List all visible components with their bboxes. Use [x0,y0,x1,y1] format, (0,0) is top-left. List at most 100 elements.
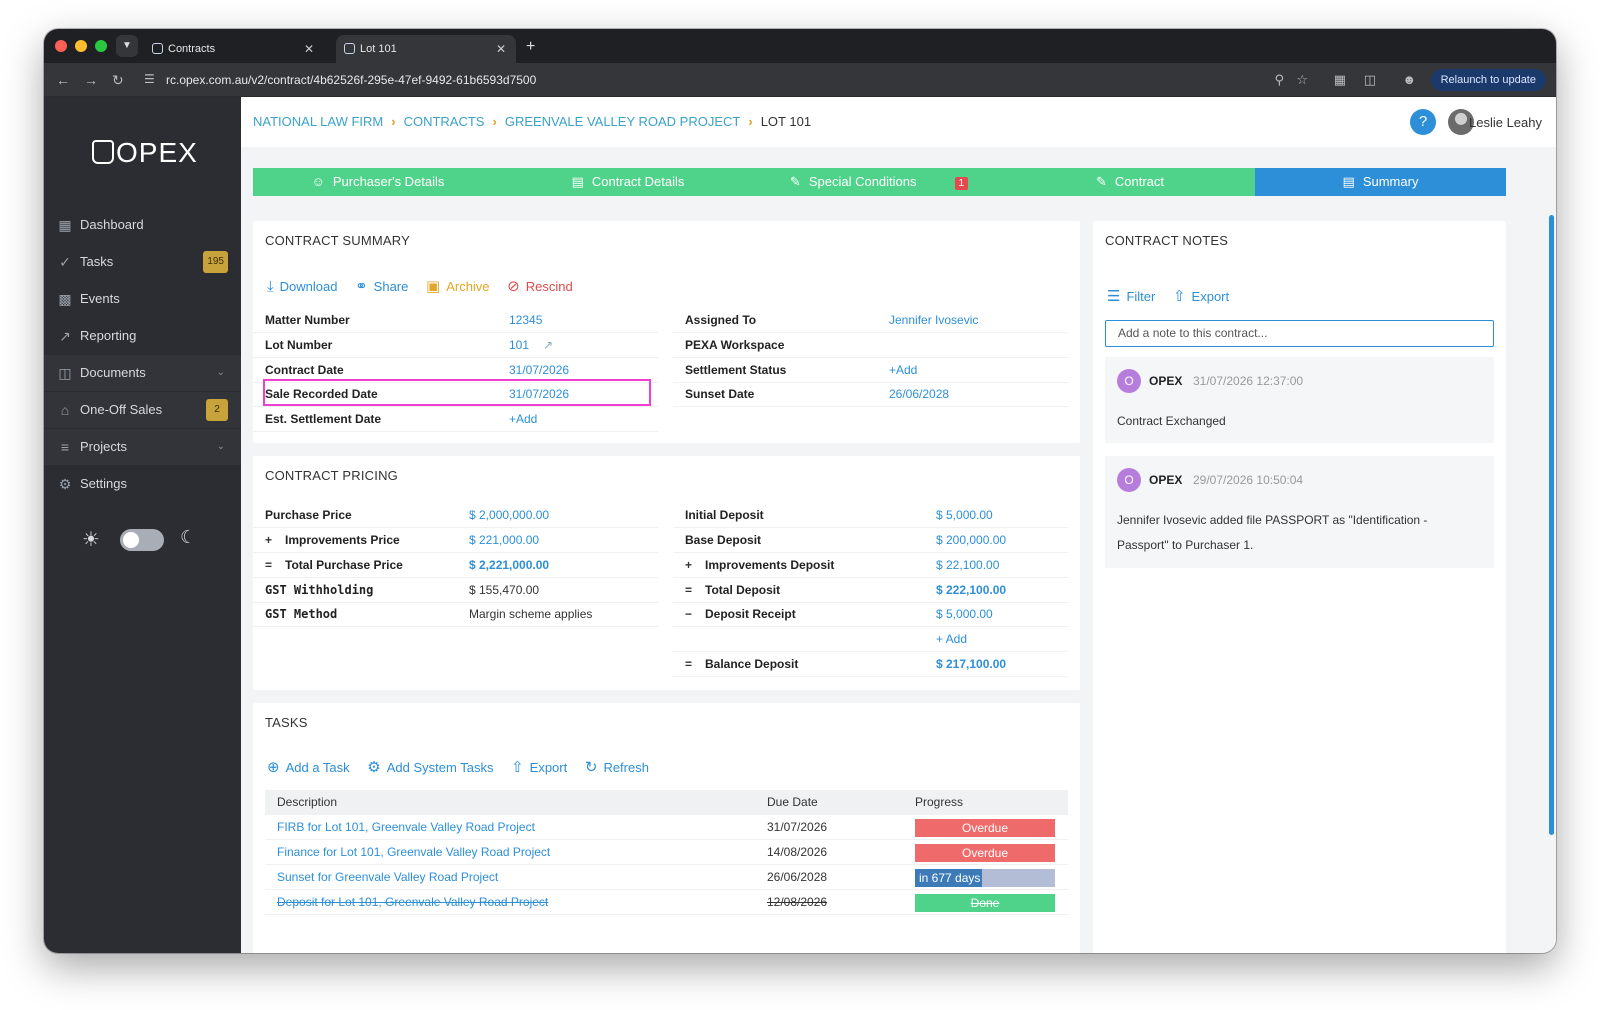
location-pin-icon[interactable]: ⚲ [1274,72,1284,88]
edit-document-icon: ✎ [789,174,801,189]
matter-number-link[interactable]: 12345 [509,308,542,333]
task-description-link[interactable]: FIRB for Lot 101, Greenvale Valley Road … [277,815,535,840]
initial-deposit-value[interactable]: $ 5,000.00 [936,503,993,528]
sidebar-item-settings[interactable]: ⚙ Settings [44,466,241,502]
task-due-date: 26/06/2028 [767,870,828,884]
equals-operator: = [685,657,693,671]
extension-icon[interactable]: ▦ [1334,72,1346,88]
export-notes-button[interactable]: ⇧ Export [1173,287,1229,305]
step-contract[interactable]: ✎ Contract [1005,168,1255,196]
export-tasks-button[interactable]: ⇧ Export [511,758,567,776]
step-special-conditions[interactable]: ✎ Special Conditions 1 [753,168,1005,196]
add-note-input[interactable]: Add a note to this contract... [1105,320,1494,347]
tab-search-chevron-icon[interactable]: ▼ [116,35,138,57]
improvements-price-value[interactable]: $ 221,000.00 [469,528,539,553]
user-name[interactable]: Leslie Leahy [1469,115,1542,130]
field-label: Balance Deposit [705,657,799,671]
pricing-row-gst-withholding: GST Withholding $ 155,470.00 [253,578,658,603]
relaunch-button[interactable]: Relaunch to update [1430,69,1546,91]
download-icon: ⤓ [267,278,274,295]
add-est-settlement-date-link[interactable]: +Add [509,407,537,432]
sidebar-item-reporting[interactable]: ↗ Reporting [44,318,241,354]
add-deposit-receipt-link[interactable]: + Add [936,627,967,652]
browser-tab-lot-101[interactable]: Lot 101 ✕ [336,35,516,63]
add-task-button[interactable]: ⊕ Add a Task [267,758,350,776]
sidebar-item-one-off-sales[interactable]: ⌂ One-Off Sales 2 [44,392,241,428]
page-scrollbar[interactable] [1549,215,1554,835]
task-description-link[interactable]: Finance for Lot 101, Greenvale Valley Ro… [277,840,550,865]
breadcrumb-chevron-icon: › [391,114,396,129]
note-body: Contract Exchanged [1117,414,1226,428]
breadcrumb-contracts[interactable]: CONTRACTS [404,114,485,129]
maximize-window-button[interactable] [95,40,107,52]
add-settlement-status-link[interactable]: +Add [889,358,917,383]
assigned-to-link[interactable]: Jennifer Ivosevic [889,308,978,333]
filter-notes-button[interactable]: ☰ Filter [1107,287,1155,305]
base-deposit-value[interactable]: $ 200,000.00 [936,528,1006,553]
sunset-date-link[interactable]: 26/06/2028 [889,382,949,407]
close-tab-icon[interactable]: ✕ [304,35,314,63]
reload-icon[interactable]: ↻ [112,71,124,89]
note-timestamp: 31/07/2026 12:37:00 [1193,374,1304,388]
breadcrumb-national-law-firm[interactable]: NATIONAL LAW FIRM [253,114,383,129]
field-label: Improvements Deposit [705,558,835,572]
field-label: GST Method [265,607,338,621]
sidebar-item-label: Settings [80,476,127,491]
sidebar-item-documents[interactable]: ◫ Documents ⌄ [44,355,241,391]
new-tab-plus-icon[interactable]: + [526,35,535,59]
close-tab-icon[interactable]: ✕ [496,35,506,63]
close-window-button[interactable] [55,40,67,52]
theme-toggle[interactable] [120,529,164,551]
pricing-row-gst-method: GST Method Margin scheme applies [253,602,658,627]
browser-tab-contracts[interactable]: Contracts ✕ [144,35,324,63]
column-header-due-date[interactable]: Due Date [767,790,818,815]
sidebar-item-dashboard[interactable]: ▦ Dashboard [44,207,241,243]
step-contract-details[interactable]: ▤ Contract Details [503,168,753,196]
external-link-icon[interactable]: ↗ [543,333,553,358]
browser-tab-strip: ▼ Contracts ✕ Lot 101 ✕ + [44,29,1556,63]
task-due-date: 31/07/2026 [767,820,828,834]
breadcrumb-project[interactable]: GREENVALE VALLEY ROAD PROJECT [505,114,741,129]
step-purchasers-details[interactable]: ☺ Purchaser's Details [253,168,503,196]
field-label: Improvements Price [285,533,400,547]
archive-button[interactable]: ▣ Archive [426,277,490,295]
step-summary[interactable]: ▤ Summary [1255,168,1506,196]
rescind-button[interactable]: ⊘ Rescind [507,277,573,295]
contract-step-bar: ☺ Purchaser's Details ▤ Contract Details ✎… [253,168,1506,196]
opex-logo[interactable]: OPEX [92,137,198,169]
minimize-window-button[interactable] [75,40,87,52]
column-header-progress[interactable]: Progress [915,790,963,815]
refresh-tasks-button[interactable]: ↻ Refresh [585,758,649,776]
lot-number-link[interactable]: 101 [509,338,529,352]
add-system-tasks-button[interactable]: ⚙ Add System Tasks [367,758,493,776]
export-icon: ⇧ [511,759,524,776]
sidebar-item-tasks[interactable]: ✓ Tasks 195 [44,244,241,280]
share-button[interactable]: ⚭ Share [355,277,408,295]
download-button[interactable]: ⤓ Download [267,278,337,295]
bookmark-star-icon[interactable]: ☆ [1296,72,1308,88]
deposit-receipt-value[interactable]: $ 5,000.00 [936,602,993,627]
task-description-link[interactable]: Deposit for Lot 101, Greenvale Valley Ro… [277,890,548,915]
cog-icon: ⚙ [367,759,381,776]
purchase-price-value[interactable]: $ 2,000,000.00 [469,503,549,528]
url-field[interactable]: rc.opex.com.au/v2/contract/4b62526f-295e… [166,73,536,87]
improvements-deposit-value[interactable]: $ 22,100.00 [936,553,999,578]
summary-row-lot-number: Lot Number 101 ↗ [253,333,658,358]
pricing-row-add-deposit-receipt: + Add [673,627,1068,652]
task-description-link[interactable]: Sunset for Greenvale Valley Road Project [277,865,498,890]
column-header-description[interactable]: Description [277,790,337,815]
profile-icon[interactable]: ☻ [1402,72,1416,87]
sidebar-item-label: One-Off Sales [80,402,163,417]
site-info-icon[interactable]: ☰ [144,72,155,86]
sidebar-item-projects[interactable]: ≡ Projects ⌄ [44,429,241,465]
puzzle-icon[interactable]: ◫ [1364,72,1376,88]
back-arrow-icon[interactable]: ← [56,71,70,89]
field-label: Initial Deposit [685,508,764,522]
sidebar-item-events[interactable]: ▩ Events [44,281,241,317]
field-label: GST Withholding [265,583,374,597]
field-label: Purchase Price [265,508,352,522]
help-icon[interactable]: ? [1410,109,1436,135]
pricing-row-improvements-price: + Improvements Price $ 221,000.00 [253,528,658,553]
forward-arrow-icon[interactable]: → [84,71,98,89]
export-icon: ⇧ [1172,288,1186,305]
